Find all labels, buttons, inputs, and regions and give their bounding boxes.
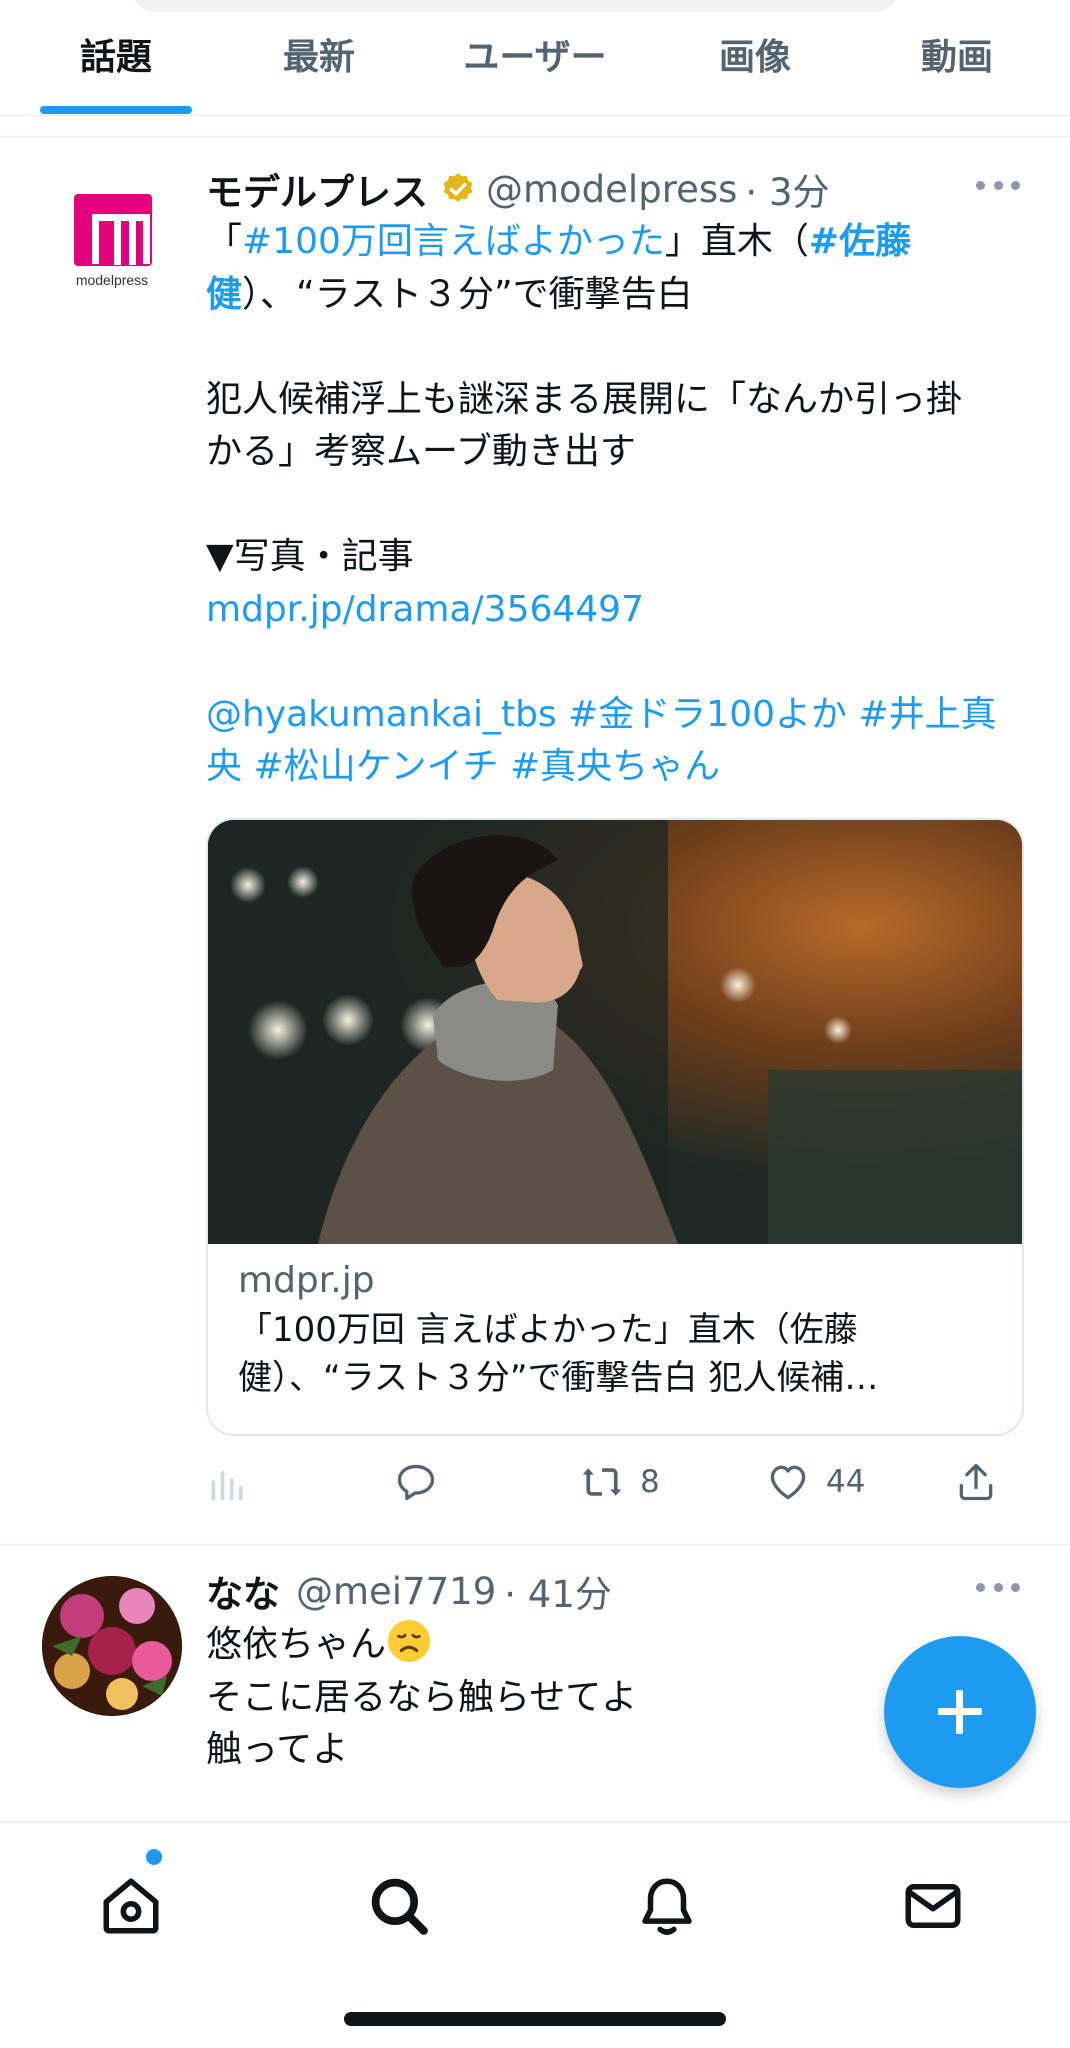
modelpress-logo xyxy=(74,194,152,266)
handle[interactable]: @mei7719 xyxy=(296,1570,496,1613)
divider xyxy=(0,136,1070,138)
reply-icon xyxy=(397,1464,435,1501)
bell-icon xyxy=(642,1878,692,1935)
card-domain: mdpr.jp xyxy=(238,1260,375,1301)
more-options-icon[interactable] xyxy=(976,170,1020,200)
text-segment: 悠依ちゃん xyxy=(206,1624,387,1665)
mail-icon xyxy=(905,1884,961,1928)
more-options-icon[interactable] xyxy=(976,1572,1020,1602)
home-icon xyxy=(103,1878,159,1934)
tab-latest[interactable]: 最新 xyxy=(244,30,394,86)
card-title: 「100万回 言えばよかった」直木（佐藤 健）、“ラスト３分”で衝撃告白 犯人候… xyxy=(238,1310,879,1398)
verified-badge-icon xyxy=(443,173,473,202)
text-segment: 「 xyxy=(206,221,243,262)
text-segment: そこに居るなら触らせてよ xyxy=(206,1676,638,1718)
retweet-icon xyxy=(582,1468,622,1496)
handle[interactable]: @modelpress xyxy=(486,168,737,211)
hashtag-link[interactable]: #100万回言えばよかった xyxy=(242,221,665,262)
timestamp: · 41分 xyxy=(504,1573,612,1616)
avatar-flowers-image xyxy=(42,1576,182,1716)
nav-notifications[interactable] xyxy=(634,1873,700,1939)
card-image[interactable] xyxy=(208,820,1022,1244)
hashtag-link[interactable]: #佐藤 xyxy=(809,221,911,262)
text-segment: 触ってよ xyxy=(206,1729,349,1770)
search-tabs: 話題 最新 ユーザー 画像 動画 xyxy=(0,0,1070,116)
share-button[interactable] xyxy=(954,1452,998,1512)
display-name[interactable]: なな xyxy=(206,1564,280,1618)
analytics-button[interactable] xyxy=(206,1452,250,1512)
nav-search[interactable] xyxy=(366,1873,432,1939)
timestamp: · 3分 xyxy=(745,171,830,214)
tweet-header: モデルプレス @modelpress · 3分 xyxy=(206,162,830,216)
text-paragraph: 犯人候補浮上も謎深まる展開に「なんか引っ掛 かる」考察ムーブ動き出す xyxy=(206,378,963,473)
notification-dot xyxy=(146,1849,162,1865)
retweet-count: 8 xyxy=(640,1464,660,1500)
url-link[interactable]: mdpr.jp/drama/3564497 xyxy=(206,589,644,630)
home-indicator[interactable] xyxy=(344,2012,726,2026)
display-name[interactable]: モデルプレス xyxy=(206,162,428,216)
link-card[interactable]: mdpr.jp 「100万回 言えばよかった」直木（佐藤 健）、“ラスト３分”で… xyxy=(206,818,1024,1436)
tab-images[interactable]: 画像 xyxy=(680,30,830,86)
tweet[interactable]: modelpress モデルプレス @modelpress · 3分 「#100… xyxy=(0,140,1070,1546)
retweet-button[interactable]: 8 xyxy=(580,1452,660,1512)
tab-videos[interactable]: 動画 xyxy=(882,30,1032,86)
search-icon xyxy=(371,1878,428,1935)
share-icon xyxy=(959,1463,993,1501)
tab-users[interactable]: ユーザー xyxy=(430,30,640,86)
hashtag-link[interactable]: 健 xyxy=(206,274,242,315)
heart-icon xyxy=(770,1465,806,1500)
avatar[interactable] xyxy=(42,1576,182,1716)
disappointed-face-emoji-icon xyxy=(387,1619,431,1663)
compose-tweet-button[interactable] xyxy=(884,1636,1036,1788)
avatar-logo-text: modelpress xyxy=(75,272,149,288)
analytics-icon xyxy=(211,1471,243,1501)
tweet-text: 「#100万回言えばよかった」直木（#佐藤 健）、“ラスト３分”で衝撃告白 犯人… xyxy=(206,216,1036,794)
active-tab-indicator xyxy=(40,106,192,114)
nav-messages[interactable] xyxy=(900,1873,966,1939)
text-paragraph: ▼写真・記事 xyxy=(206,536,414,577)
card-body: mdpr.jp 「100万回 言えばよかった」直木（佐藤 健）、“ラスト３分”で… xyxy=(238,1256,998,1402)
avatar[interactable]: modelpress xyxy=(66,186,158,296)
like-count: 44 xyxy=(826,1464,866,1500)
photo-man-in-coat xyxy=(208,820,1022,1244)
reply-button[interactable] xyxy=(394,1452,438,1512)
tab-trending[interactable]: 話題 xyxy=(40,30,192,86)
text-segment: 」直木（ xyxy=(664,221,809,262)
mentions-hashtags[interactable]: @hyakumankai_tbs #金ドラ100よか #井上真 xyxy=(206,694,997,735)
like-button[interactable]: 44 xyxy=(766,1452,865,1512)
text-segment: ）、“ラスト３分”で衝撃告白 xyxy=(242,273,693,315)
nav-home[interactable] xyxy=(98,1873,164,1939)
mentions-hashtags[interactable]: 央 #松山ケンイチ #真央ちゃん xyxy=(206,746,720,787)
tweet-header: なな @mei7719 · 41分 xyxy=(206,1564,612,1618)
tweet-actions: 8 44 xyxy=(206,1452,1036,1512)
